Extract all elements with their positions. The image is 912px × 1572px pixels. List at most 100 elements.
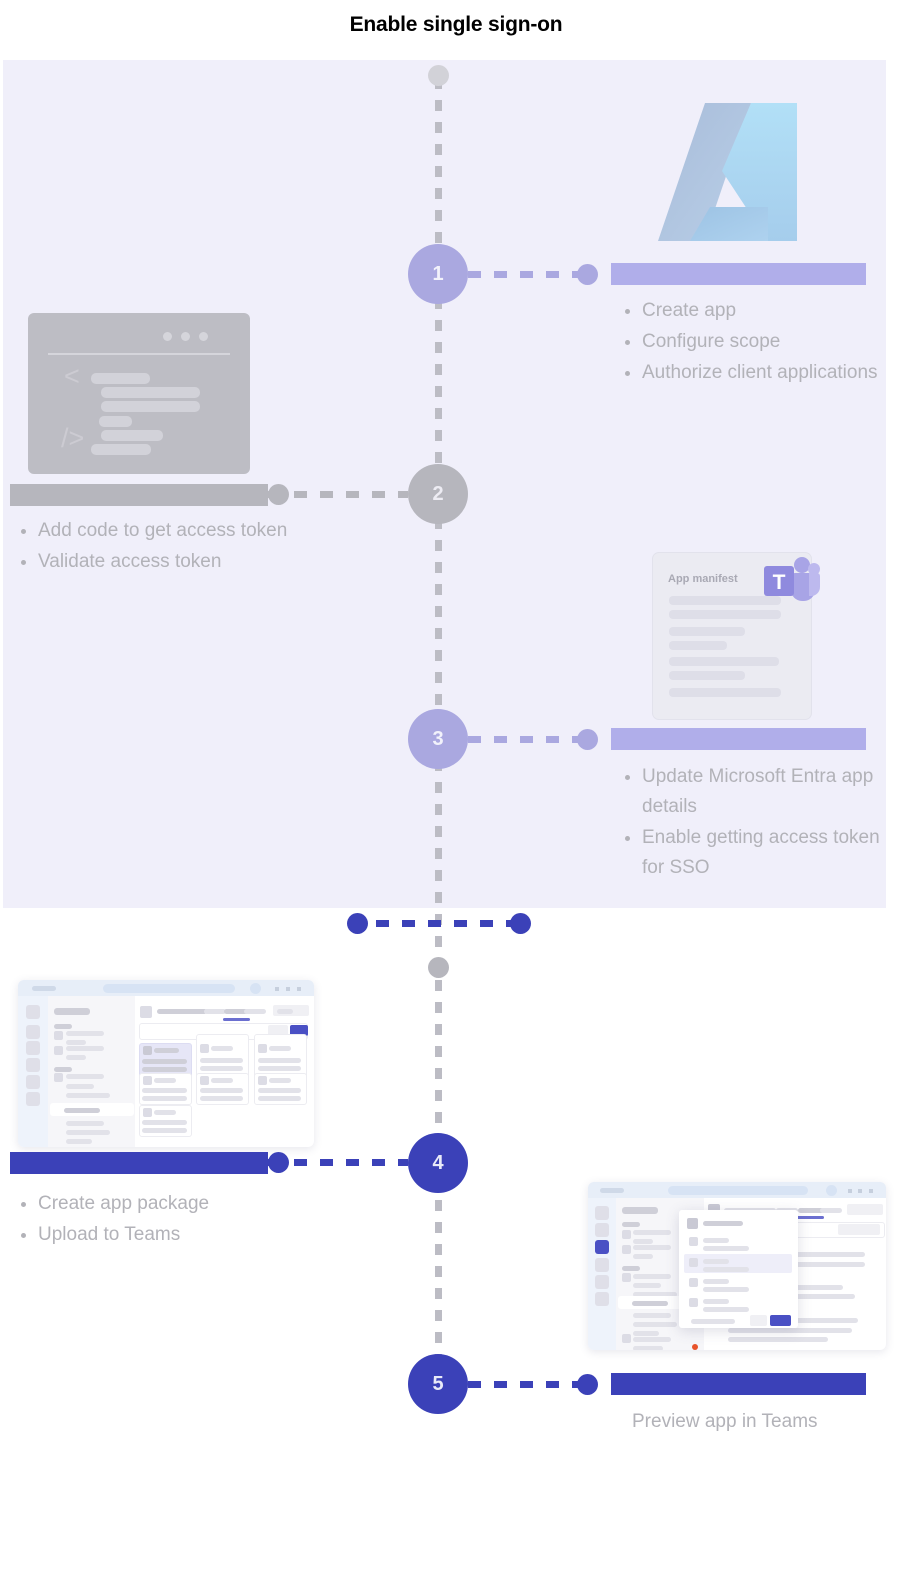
step-2-connector [268,484,408,505]
teams-app-dialog-window-illustration [588,1182,886,1350]
app-manifest-label: App manifest [668,573,738,585]
cross-connector-dash [350,920,528,927]
mock-card-icon [258,1044,267,1053]
list-item: Configure scope [620,327,882,357]
modal-cancel-button[interactable] [750,1315,767,1326]
step-marker-5[interactable]: 5 [408,1354,468,1414]
mock-sidebar-group [54,1067,72,1072]
modal-row-icon [689,1237,698,1246]
code-line [101,401,200,412]
mock-app-rail [588,1198,616,1350]
mock-card-line [258,1058,301,1063]
step-3-connector-knob [577,729,598,750]
mock-content-line [795,1294,855,1299]
modal-row-line [703,1259,729,1264]
cross-connector-knob-right [510,913,531,934]
modal-confirm-button[interactable] [770,1315,791,1326]
modal-row-icon [689,1278,698,1287]
mock-sidebar-line [633,1230,671,1235]
list-item: Authorize client applications [620,358,882,388]
step-2-connector-dash [268,491,408,498]
mock-content-line [795,1262,865,1267]
step-number-5: 5 [432,1372,444,1395]
mock-sidebar-line [633,1254,653,1259]
mock-sidebar-line [632,1301,668,1306]
modal-row-icon [689,1258,698,1267]
step-4-bar [10,1152,268,1174]
svg-text:T: T [773,571,786,594]
manifest-line [669,657,779,666]
step-1-connector-knob [577,264,598,285]
manifest-line [669,627,745,636]
mock-search-pill [668,1186,808,1195]
mock-rail-icon [26,1092,40,1106]
step-marker-3[interactable]: 3 [408,709,468,769]
step-number-3: 3 [432,727,444,750]
mock-minimize-icon [848,1189,852,1193]
step-5-connector [468,1374,598,1395]
mock-card-line [258,1088,301,1093]
mock-card-title [154,1110,176,1115]
mock-card-line [258,1096,301,1101]
mock-tab [820,1208,842,1213]
mock-sidebar-line [633,1346,663,1350]
modal-footer-line [691,1319,735,1324]
page-title: Enable single sign-on [349,13,563,36]
mock-rail-icon [595,1292,609,1306]
step-4-connector [268,1152,408,1173]
mock-card-line [142,1128,187,1133]
mock-sidebar-icon [622,1230,631,1239]
mock-dropdown [847,1204,883,1215]
mock-sidebar-group [622,1266,640,1271]
mock-sidebar-line [66,1084,94,1089]
code-line [91,444,151,455]
modal-row-line [703,1307,749,1312]
modal-icon [687,1218,698,1229]
manifest-line [669,671,745,680]
mock-sidebar-title [54,1008,90,1015]
mock-secondary-button [838,1224,880,1235]
mock-titlebar-label [32,986,56,991]
mock-content-line [728,1328,852,1333]
mock-sidebar-line [633,1337,671,1342]
step-marker-1[interactable]: 1 [408,244,468,304]
mock-sidebar-line [633,1322,677,1327]
mock-sidebar-line [633,1283,661,1288]
step-marker-2[interactable]: 2 [408,464,468,524]
list-item: Create app package [16,1189,316,1219]
mock-close-icon [869,1189,873,1193]
mock-sidebar-line [66,1031,104,1036]
mock-header-title [157,1009,207,1014]
mock-card-line [200,1058,243,1063]
mock-tab-underline [796,1216,824,1219]
mock-rail-icon [26,1041,40,1055]
step-1-connector [468,264,598,285]
modal-row-line [703,1299,729,1304]
mock-card-title [269,1078,291,1083]
step-1-bullets: Create app Configure scope Authorize cli… [620,296,882,389]
mock-titlebar-label [600,1188,624,1193]
mock-sidebar-line [633,1245,671,1250]
modal-row-line [703,1267,749,1272]
mock-sidebar-line [66,1055,86,1060]
step-4-bullets: Create app package Upload to Teams [16,1189,316,1251]
mock-card-icon [200,1044,209,1053]
mock-search-pill [103,984,235,993]
mock-rail-icon [26,1005,40,1019]
modal-row-line [703,1287,749,1292]
code-line [101,430,163,441]
mock-close-icon [297,987,301,991]
modal-row-line [703,1279,729,1284]
mock-card-title [211,1078,233,1083]
modal-title [703,1221,743,1226]
modal-row-icon [689,1298,698,1307]
step-marker-4[interactable]: 4 [408,1133,468,1193]
timeline-mid-dot [428,957,449,978]
step-3-bar [611,728,866,750]
modal-row-line [703,1238,729,1243]
mock-card-icon [143,1076,152,1085]
mock-card-icon [200,1076,209,1085]
mock-card-icon [143,1108,152,1117]
mock-rail-icon-active[interactable] [595,1240,609,1254]
mock-sidebar-line [64,1108,100,1113]
